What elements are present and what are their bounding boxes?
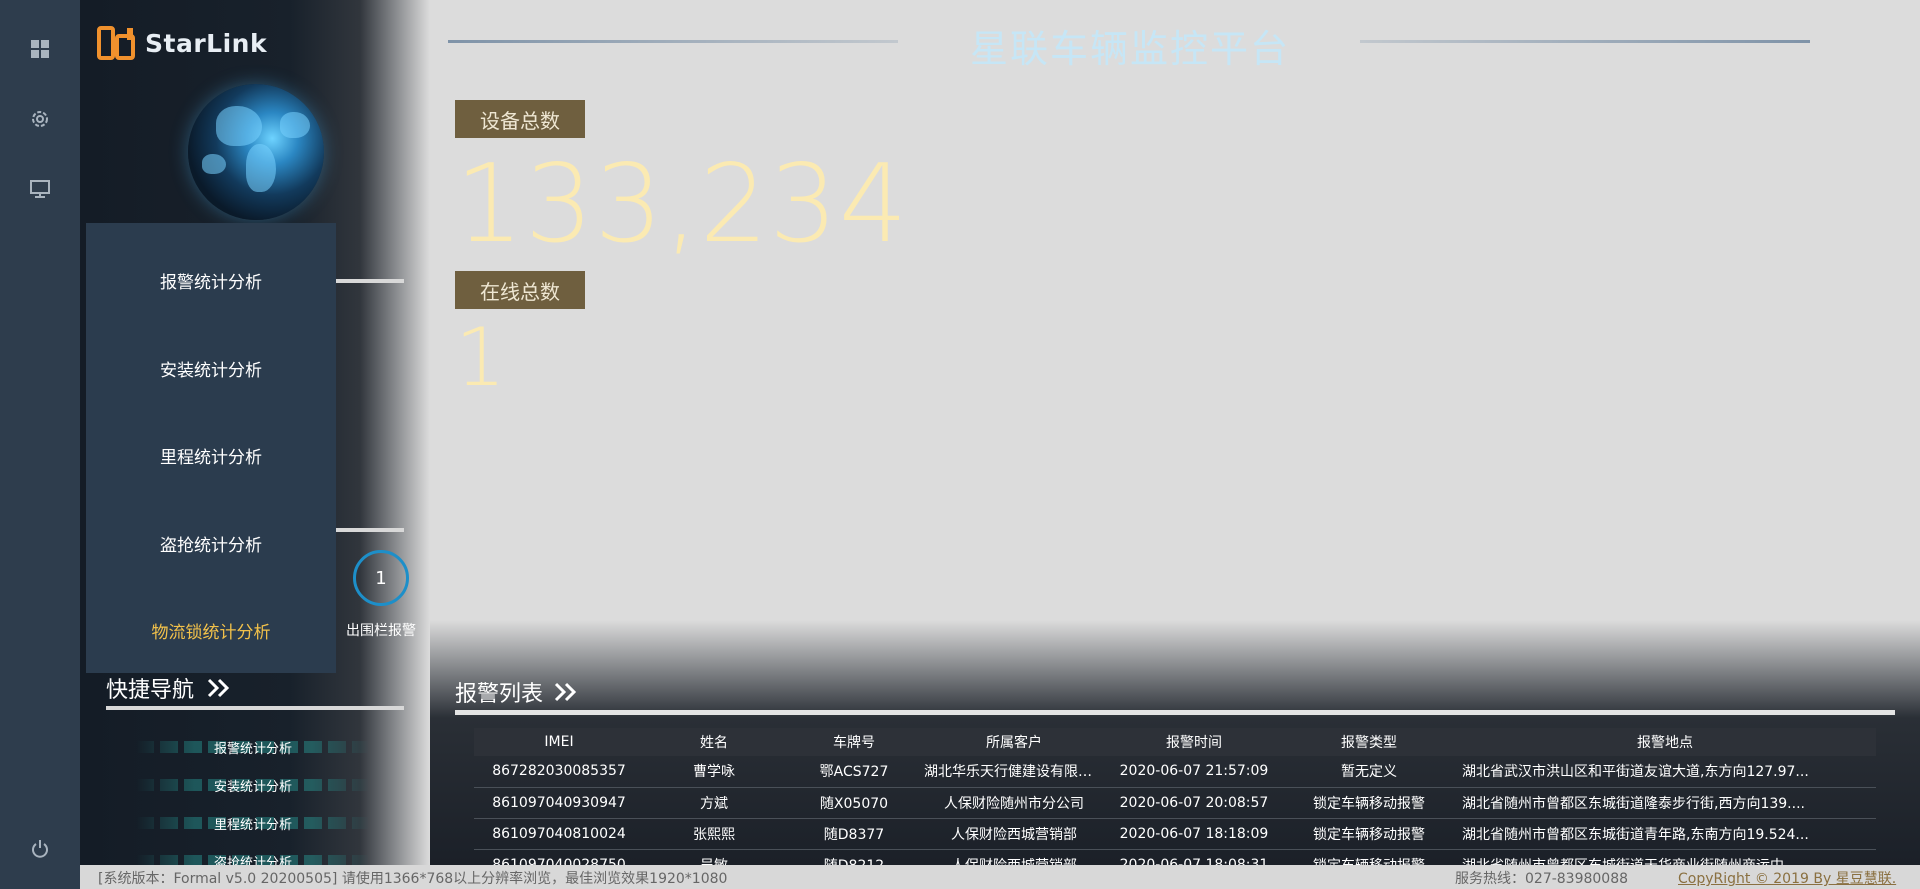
- analysis-popup-menu: 报警统计分析 安装统计分析 里程统计分析 盗抢统计分析 物流锁统计分析: [86, 223, 336, 673]
- quick-nav-item[interactable]: 安装统计分析: [136, 766, 370, 804]
- cell-imei: 867282030085357: [474, 756, 644, 788]
- cell-imei: 861097040930947: [474, 787, 644, 819]
- column-header-plate[interactable]: 车牌号: [784, 728, 924, 756]
- online-devices-value: 1: [455, 311, 506, 404]
- total-devices-label: 设备总数: [455, 100, 585, 138]
- alarm-list-title-text: 报警列表: [455, 682, 544, 707]
- cell-name: 张熙熙: [644, 818, 784, 850]
- gear-icon[interactable]: [0, 94, 80, 144]
- total-devices-value: 133,234: [455, 142, 909, 267]
- cell-alarm-location: 湖北省随州市曾都区东城街道青年路,东南方向19.524...: [1454, 818, 1876, 850]
- double-chevron-right-icon: [207, 678, 230, 698]
- table-row[interactable]: 867282030085357 曹学咏 鄂ACS727 湖北华乐天行健建设有限公…: [474, 756, 1876, 788]
- menu-item-logistics-lock-analysis[interactable]: 物流锁统计分析: [86, 618, 336, 643]
- header-line-right: [1360, 40, 1810, 43]
- header-line-left: [448, 40, 898, 43]
- table-header-row: IMEI 姓名 车牌号 所属客户 报警时间 报警类型 报警地点: [474, 728, 1876, 756]
- grid-icon[interactable]: [0, 24, 80, 74]
- menu-item-theft-analysis[interactable]: 盗抢统计分析: [86, 531, 336, 556]
- panel-divider: [336, 279, 404, 283]
- quick-nav-title-text: 快捷导航: [106, 678, 195, 703]
- brand-logo[interactable]: StarLink: [97, 26, 267, 60]
- version-text: [系统版本：Formal v5.0 20200505] 请使用1366*768以…: [98, 871, 728, 887]
- cell-alarm-time: 2020-06-07 20:08:57: [1104, 787, 1284, 819]
- column-header-alarm-type[interactable]: 报警类型: [1284, 728, 1454, 756]
- brand-name: StarLink: [145, 28, 268, 58]
- cell-plate: 随X05070: [784, 787, 924, 819]
- cell-alarm-type: 暂无定义: [1284, 756, 1454, 788]
- alarm-list-divider: [455, 710, 1895, 715]
- cell-name: 曹学咏: [644, 756, 784, 788]
- quick-nav-item[interactable]: 里程统计分析: [136, 804, 370, 842]
- column-header-customer[interactable]: 所属客户: [924, 728, 1104, 756]
- hotline-text: 服务热线：027-83980088: [1455, 871, 1629, 887]
- cell-alarm-location: 湖北省随州市曾都区东城街道隆泰步行街,西方向139....: [1454, 787, 1876, 819]
- online-devices-label: 在线总数: [455, 271, 585, 309]
- column-header-imei[interactable]: IMEI: [474, 728, 644, 756]
- cell-customer: 人保财险西城营销部: [924, 818, 1104, 850]
- quick-nav-list: 报警统计分析 安装统计分析 里程统计分析 盗抢统计分析: [136, 728, 370, 880]
- cell-name: 方斌: [644, 787, 784, 819]
- cell-alarm-time: 2020-06-07 18:18:09: [1104, 818, 1284, 850]
- alarm-table: IMEI 姓名 车牌号 所属客户 报警时间 报警类型 报警地点 86728203…: [474, 728, 1876, 881]
- panel-divider: [336, 528, 404, 532]
- cell-plate: 鄂ACS727: [784, 756, 924, 788]
- page-title: 星联车辆监控平台: [969, 27, 1290, 71]
- alarm-list-title: 报警列表: [455, 676, 579, 708]
- status-footer: [系统版本：Formal v5.0 20200505] 请使用1366*768以…: [80, 865, 1920, 889]
- cell-imei: 861097040810024: [474, 818, 644, 850]
- cell-customer: 湖北华乐天行健建设有限公司: [924, 756, 1104, 788]
- cell-alarm-location: 湖北省武汉市洪山区和平街道友谊大道,东方向127.97...: [1454, 756, 1876, 788]
- cell-alarm-type: 锁定车辆移动报警: [1284, 818, 1454, 850]
- fence-alarm-label: 出围栏报警: [346, 623, 416, 639]
- table-row[interactable]: 861097040930947 方斌 随X05070 人保财险随州市分公司 20…: [474, 787, 1876, 819]
- quick-nav-item[interactable]: 报警统计分析: [136, 728, 370, 766]
- cell-plate: 随D8377: [784, 818, 924, 850]
- cell-customer: 人保财险随州市分公司: [924, 787, 1104, 819]
- menu-item-install-analysis[interactable]: 安装统计分析: [86, 356, 336, 381]
- monitor-icon[interactable]: [0, 164, 80, 214]
- quick-nav-title: 快捷导航: [106, 672, 232, 704]
- fence-alarm-count[interactable]: 1: [353, 550, 409, 606]
- menu-item-alarm-analysis[interactable]: 报警统计分析: [86, 268, 336, 293]
- column-header-alarm-time[interactable]: 报警时间: [1104, 728, 1284, 756]
- globe-image: [188, 84, 324, 220]
- copyright-link[interactable]: CopyRight © 2019 By 星豆慧联.: [1678, 868, 1896, 888]
- power-icon[interactable]: [0, 824, 80, 874]
- column-header-name[interactable]: 姓名: [644, 728, 784, 756]
- double-chevron-right-icon[interactable]: [553, 681, 579, 703]
- quick-nav-divider: [106, 706, 404, 710]
- starlink-logo-icon: [97, 26, 137, 60]
- icon-rail: [0, 0, 80, 889]
- column-header-alarm-location[interactable]: 报警地点: [1454, 728, 1876, 756]
- table-row[interactable]: 861097040810024 张熙熙 随D8377 人保财险西城营销部 202…: [474, 818, 1876, 850]
- cell-alarm-time: 2020-06-07 21:57:09: [1104, 756, 1284, 788]
- menu-item-mileage-analysis[interactable]: 里程统计分析: [86, 443, 336, 468]
- cell-alarm-type: 锁定车辆移动报警: [1284, 787, 1454, 819]
